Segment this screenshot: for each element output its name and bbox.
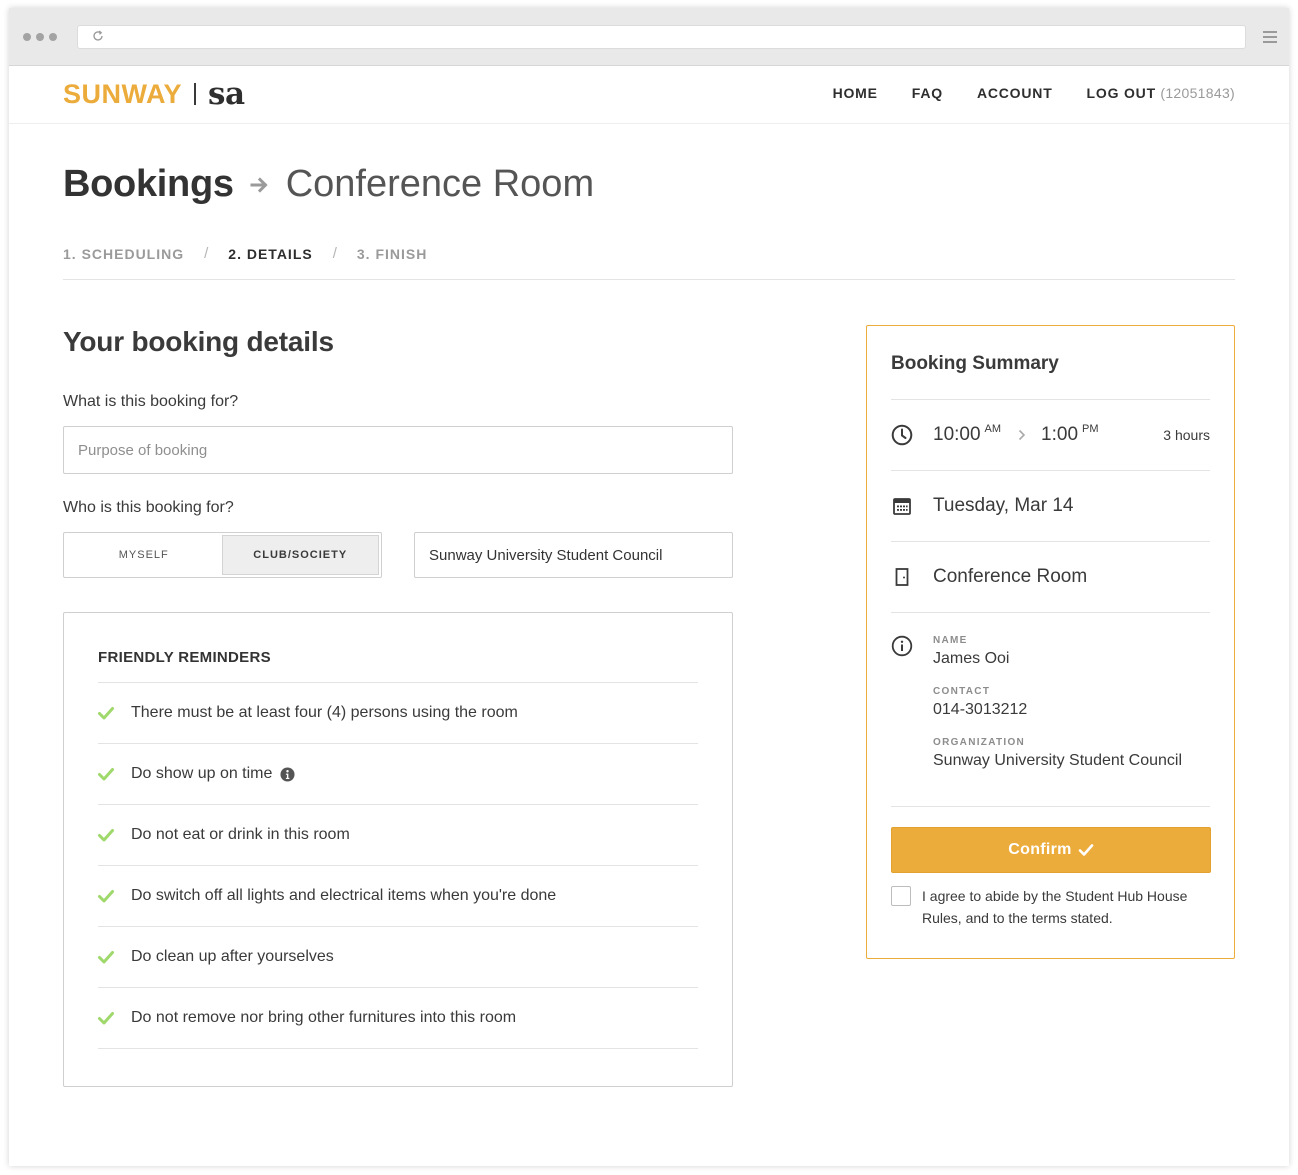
header-divider: [63, 279, 1235, 280]
step-separator: /: [204, 245, 209, 262]
arrow-right-icon: [250, 176, 268, 193]
check-icon: [98, 768, 114, 781]
logo-sunway-text: SUNWAY: [63, 78, 183, 109]
step-separator: /: [332, 245, 337, 262]
organization-label: ORGANIZATION: [933, 737, 1026, 748]
reminders-panel: FRIENDLY REMINDERS There must be at leas…: [63, 612, 733, 1087]
toggle-club-society[interactable]: CLUB/SOCIETY: [221, 535, 379, 575]
contact-fields: NAME James Ooi CONTACT 014-3013212 ORGAN…: [933, 635, 1182, 806]
contact-label: CONTACT: [933, 686, 991, 697]
summary-contact-row: NAME James Ooi CONTACT 014-3013212 ORGAN…: [891, 613, 1210, 807]
door-icon: [895, 568, 909, 586]
reminder-text: Do clean up after yourselves: [131, 948, 334, 965]
club-name-input[interactable]: [414, 532, 733, 578]
agree-text[interactable]: I agree to abide by the Student Hub Hous…: [922, 885, 1210, 929]
contact-value: 014-3013212: [933, 701, 1028, 718]
hamburger-icon[interactable]: [1263, 31, 1277, 43]
browser-window: SUNWAY sa HOME FAQ ACCOUNT LOG OUT (1205…: [9, 8, 1289, 1166]
check-icon: [1078, 844, 1094, 856]
logo[interactable]: SUNWAY sa: [63, 76, 245, 112]
chevron-right-icon: [1018, 429, 1026, 441]
window-dot[interactable]: [49, 33, 57, 41]
logo-sa-text: sa: [208, 76, 245, 112]
reminder-text: Do show up on time: [131, 765, 273, 782]
browser-chrome: [9, 8, 1289, 66]
page-title-sub: Conference Room: [285, 163, 595, 205]
booking-summary-panel: Booking Summary 10:00 AM 1:00 PM 3 hours: [866, 325, 1235, 959]
check-icon: [98, 829, 114, 842]
nav-faq-link[interactable]: FAQ: [912, 85, 943, 101]
nav-logout-link[interactable]: LOG OUT: [1087, 85, 1156, 101]
nav-links: HOME FAQ ACCOUNT LOG OUT (12051843): [833, 85, 1235, 103]
reminder-item: There must be at least four (4) persons …: [98, 683, 698, 744]
booking-for-toggle: MYSELF CLUB/SOCIETY: [63, 532, 382, 578]
summary-room-row: Conference Room: [891, 542, 1210, 613]
window-controls[interactable]: [23, 33, 57, 41]
name-value: James Ooi: [933, 650, 1010, 667]
organization-value: Sunway University Student Council: [933, 752, 1183, 769]
summary-time-row: 10:00 AM 1:00 PM 3 hours: [891, 400, 1210, 471]
window-dot[interactable]: [36, 33, 44, 41]
page-title: Bookings Conference Room: [63, 163, 594, 206]
confirm-button[interactable]: Confirm: [891, 827, 1211, 873]
reminder-text: Do not eat or drink in this room: [131, 826, 350, 843]
end-ampm: PM: [1082, 423, 1099, 435]
clock-icon: [891, 424, 913, 446]
reminder-text: Do switch off all lights and electrical …: [131, 887, 557, 904]
purpose-input[interactable]: [63, 426, 733, 474]
top-nav: SUNWAY sa HOME FAQ ACCOUNT LOG OUT (1205…: [9, 66, 1289, 124]
booking-for-label: Who is this booking for?: [63, 499, 234, 516]
address-bar[interactable]: [77, 25, 1246, 49]
booking-date: Tuesday, Mar 14: [933, 495, 1074, 516]
step-finish[interactable]: 3. FINISH: [357, 246, 427, 262]
booking-room: Conference Room: [933, 566, 1088, 587]
check-icon: [98, 707, 114, 720]
reminder-item: Do not remove nor bring other furnitures…: [98, 988, 698, 1049]
step-scheduling[interactable]: 1. SCHEDULING: [63, 246, 184, 262]
agree-terms: I agree to abide by the Student Hub Hous…: [891, 886, 1210, 929]
reload-icon[interactable]: [92, 30, 104, 42]
reminders-title: FRIENDLY REMINDERS: [98, 649, 698, 683]
step-breadcrumb: 1. SCHEDULING / 2. DETAILS / 3. FINISH: [63, 245, 427, 262]
check-icon: [98, 951, 114, 964]
toggle-myself[interactable]: MYSELF: [66, 535, 222, 575]
info-circle-icon[interactable]: [280, 766, 295, 782]
reminder-text: There must be at least four (4) persons …: [131, 704, 518, 721]
nav-home-link[interactable]: HOME: [833, 85, 878, 101]
section-title: Your booking details: [63, 326, 334, 357]
end-time: 1:00: [1041, 424, 1079, 445]
purpose-label: What is this booking for?: [63, 393, 239, 410]
page-title-main[interactable]: Bookings: [63, 163, 234, 206]
start-ampm: AM: [984, 423, 1002, 435]
agree-checkbox[interactable]: [891, 886, 911, 906]
nav-account-link[interactable]: ACCOUNT: [977, 85, 1053, 101]
reminder-item: Do show up on time: [98, 744, 698, 805]
nav-logout-group[interactable]: LOG OUT (12051843): [1087, 85, 1235, 103]
duration: 3 hours: [1163, 427, 1210, 443]
summary-date-row: Tuesday, Mar 14: [891, 471, 1210, 542]
confirm-label: Confirm: [1008, 841, 1072, 858]
name-label: NAME: [933, 635, 968, 646]
window-dot[interactable]: [23, 33, 31, 41]
reminder-item: Do clean up after yourselves: [98, 927, 698, 988]
check-icon: [98, 890, 114, 903]
time-range: 10:00 AM 1:00 PM 3 hours: [933, 423, 1210, 446]
step-details[interactable]: 2. DETAILS: [228, 246, 312, 262]
start-time: 10:00: [933, 424, 981, 445]
reminder-item: Do not eat or drink in this room: [98, 805, 698, 866]
reminder-text: Do not remove nor bring other furnitures…: [131, 1009, 517, 1026]
nav-user-id: (12051843): [1160, 85, 1235, 101]
reminder-item: Do switch off all lights and electrical …: [98, 866, 698, 927]
check-icon: [98, 1012, 114, 1025]
summary-title: Booking Summary: [891, 353, 1210, 400]
calendar-icon: [893, 498, 911, 515]
info-circle-icon: [891, 635, 913, 657]
logo-divider: [194, 83, 197, 105]
